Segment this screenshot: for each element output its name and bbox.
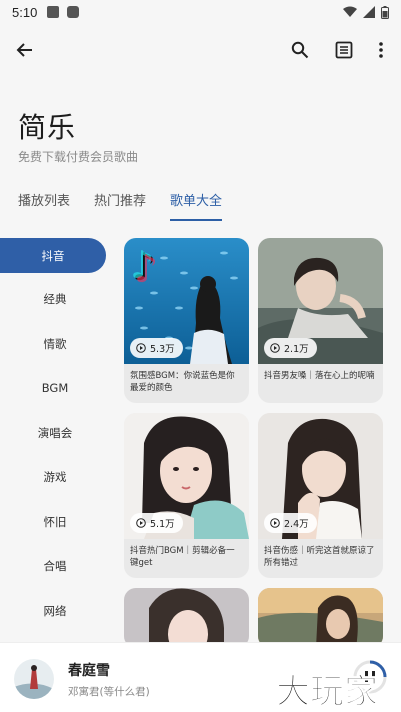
category-sidebar: 抖音 经典 情歌 BGM 演唱会 游戏 怀旧 合唱 网络 bbox=[0, 238, 110, 633]
play-circle-icon bbox=[270, 518, 280, 528]
playlist-title: 氛围感BGM：你说蓝色是你最爱的颜色 bbox=[130, 371, 235, 393]
album-art bbox=[14, 659, 54, 699]
play-count-badge: 5.1万 bbox=[130, 513, 183, 533]
list-view-button[interactable] bbox=[330, 36, 358, 64]
app-bar bbox=[0, 32, 401, 68]
category-nostalgic[interactable]: 怀旧 bbox=[0, 500, 110, 545]
playlist-card[interactable]: ♪ ♪ ♪ 5.3万 氛围感BGM：你说蓝色是你最爱的颜色 bbox=[124, 238, 249, 403]
category-love-songs[interactable]: 情歌 bbox=[0, 322, 110, 367]
play-count: 2.4万 bbox=[284, 519, 309, 530]
playlist-card[interactable] bbox=[258, 588, 383, 648]
status-bar: 5:10 bbox=[0, 0, 401, 24]
arrow-left-icon bbox=[16, 43, 32, 57]
playlist-card[interactable]: 5.1万 抖音热门BGM｜剪辑必备一键get bbox=[124, 413, 249, 578]
category-classic[interactable]: 经典 bbox=[0, 277, 110, 322]
category-internet[interactable]: 网络 bbox=[0, 589, 110, 634]
playlist-cover: 2.4万 bbox=[258, 413, 383, 539]
playlist-title: 抖音伤感｜听完这首就原谅了所有错过 bbox=[264, 546, 375, 568]
watermark-logo: 大玩家 bbox=[276, 672, 379, 712]
list-icon bbox=[335, 41, 353, 59]
category-bgm[interactable]: BGM bbox=[0, 366, 110, 411]
battery-icon bbox=[381, 5, 389, 19]
svg-text:♪: ♪ bbox=[134, 247, 158, 291]
play-count: 5.1万 bbox=[150, 519, 175, 530]
back-button[interactable] bbox=[11, 36, 39, 64]
status-time: 5:10 bbox=[12, 4, 38, 20]
wifi-icon bbox=[343, 6, 357, 17]
playlist-card[interactable]: 2.4万 抖音伤感｜听完这首就原谅了所有错过 bbox=[258, 413, 383, 578]
page-subtitle: 免费下载付费会员歌曲 bbox=[18, 150, 139, 164]
playlist-cover: 5.1万 bbox=[124, 413, 249, 539]
cover-image-sunset bbox=[258, 588, 383, 648]
tab-hot-recommend[interactable]: 热门推荐 bbox=[94, 190, 146, 221]
play-circle-icon bbox=[136, 343, 146, 353]
notification-icon bbox=[47, 6, 60, 18]
category-game[interactable]: 游戏 bbox=[0, 455, 110, 500]
play-count: 5.3万 bbox=[150, 344, 175, 355]
playlist-cover: ♪ ♪ ♪ 5.3万 bbox=[124, 238, 249, 364]
tab-bar: 播放列表 热门推荐 歌单大全 bbox=[18, 190, 223, 221]
notification-icon-2 bbox=[67, 6, 80, 18]
search-icon bbox=[291, 41, 309, 59]
playlist-cover: 2.1万 bbox=[258, 238, 383, 364]
playlist-card[interactable]: 2.1万 抖音男友嗓｜落在心上的呢喃 bbox=[258, 238, 383, 403]
now-playing-artist: 邓寓君(等什么君) bbox=[68, 686, 150, 698]
category-chorus[interactable]: 合唱 bbox=[0, 544, 110, 589]
play-count-badge: 2.4万 bbox=[264, 513, 317, 533]
page-title: 简乐 bbox=[18, 111, 77, 144]
playlist-title: 抖音男友嗓｜落在心上的呢喃 bbox=[264, 371, 375, 381]
playlist-title: 抖音热门BGM｜剪辑必备一键get bbox=[130, 546, 235, 568]
play-circle-icon bbox=[136, 518, 146, 528]
playlist-card[interactable] bbox=[124, 588, 249, 648]
more-button[interactable] bbox=[367, 36, 395, 64]
playlist-cover bbox=[124, 588, 249, 648]
playlist-cover bbox=[258, 588, 383, 648]
now-playing-song: 春庭雪 bbox=[68, 663, 110, 679]
play-count-badge: 2.1万 bbox=[264, 338, 317, 358]
tab-song-collection[interactable]: 歌单大全 bbox=[170, 190, 223, 221]
more-vertical-icon bbox=[379, 42, 383, 58]
playlist-grid: ♪ ♪ ♪ 5.3万 氛围感BGM：你说蓝色是你最爱的颜色 2.1万 抖音男友嗓… bbox=[124, 238, 386, 648]
play-count: 2.1万 bbox=[284, 344, 309, 355]
category-concert[interactable]: 演唱会 bbox=[0, 411, 110, 456]
play-count-badge: 5.3万 bbox=[130, 338, 183, 358]
play-circle-icon bbox=[270, 343, 280, 353]
category-douyin[interactable]: 抖音 bbox=[0, 238, 106, 273]
search-button[interactable] bbox=[286, 36, 314, 64]
cover-image-portrait bbox=[124, 588, 249, 648]
signal-icon bbox=[363, 6, 375, 18]
tab-playlist[interactable]: 播放列表 bbox=[18, 190, 70, 221]
album-art-image bbox=[14, 659, 54, 699]
